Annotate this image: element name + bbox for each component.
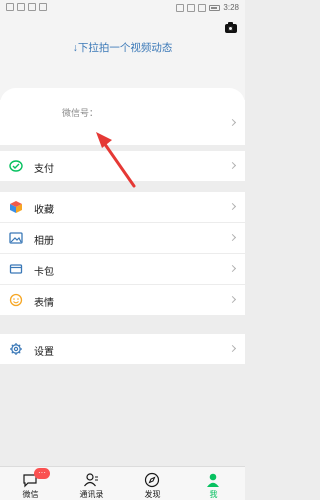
menu-item-label: 收藏: [34, 205, 54, 216]
contacts-icon: [84, 473, 98, 487]
pull-down-hint[interactable]: ↓下拉拍一个视频动态: [0, 40, 245, 55]
signal-icon: [198, 3, 207, 12]
sticker-smile-icon: [9, 293, 23, 307]
menu-item-label: 设置: [34, 347, 54, 358]
tab-label: 我: [209, 490, 218, 499]
menu-item-label: 表情: [34, 298, 54, 309]
menu-item-card-wallet[interactable]: 卡包: [0, 254, 245, 284]
alarm-icon: [176, 3, 185, 12]
wechat-id-label: 微信号：: [62, 108, 99, 118]
menu-item-stickers[interactable]: 表情: [0, 285, 245, 315]
chevron-right-icon: [228, 233, 237, 242]
tab-me[interactable]: 我: [183, 469, 244, 500]
tab-discover[interactable]: 发现: [122, 469, 183, 500]
chevron-right-icon: [228, 202, 237, 211]
favorites-cube-icon: [10, 201, 22, 213]
bottom-tab-bar: ··· 微信 通讯录 发现 我: [0, 466, 245, 500]
notification-icon: [17, 3, 25, 11]
profile-card[interactable]: [0, 100, 245, 145]
camera-icon[interactable]: [225, 22, 237, 33]
status-bar: 3:28: [0, 0, 245, 16]
status-left-icons: [6, 3, 47, 11]
tab-label: 发现: [144, 490, 161, 499]
settings-gear-icon: [10, 343, 22, 355]
chevron-right-icon: [228, 264, 237, 273]
card-wallet-icon: [9, 264, 23, 274]
tab-chats[interactable]: ··· 微信: [0, 468, 61, 500]
menu-item-favorites[interactable]: 收藏: [0, 192, 245, 222]
menu-item-label: 支付: [34, 164, 54, 175]
wifi-icon: [187, 3, 196, 12]
menu-item-album[interactable]: 相册: [0, 223, 245, 253]
tab-contacts[interactable]: 通讯录: [61, 469, 122, 500]
menu-item-pay[interactable]: 支付: [0, 151, 245, 181]
menu-item-label: 相册: [34, 236, 54, 247]
person-icon: [207, 473, 219, 487]
chevron-right-icon: [228, 161, 237, 170]
menu-item-settings[interactable]: 设置: [0, 334, 245, 364]
notification-icon: [39, 3, 47, 11]
notification-icon: [28, 3, 36, 11]
unread-badge: ···: [34, 468, 50, 479]
album-icon: [9, 232, 23, 244]
status-right-icons: 3:28: [176, 3, 239, 12]
chevron-right-icon: [228, 295, 237, 304]
chevron-right-icon: [228, 118, 237, 127]
notification-icon: [6, 3, 14, 11]
tab-label: 微信: [22, 490, 39, 499]
wechat-pay-icon: [9, 160, 23, 172]
battery-icon: [209, 4, 221, 11]
status-time: 3:28: [223, 3, 239, 12]
chevron-right-icon: [228, 344, 237, 353]
compass-icon: [144, 472, 160, 488]
tab-label: 通讯录: [79, 490, 104, 499]
menu-item-label: 卡包: [34, 267, 54, 278]
